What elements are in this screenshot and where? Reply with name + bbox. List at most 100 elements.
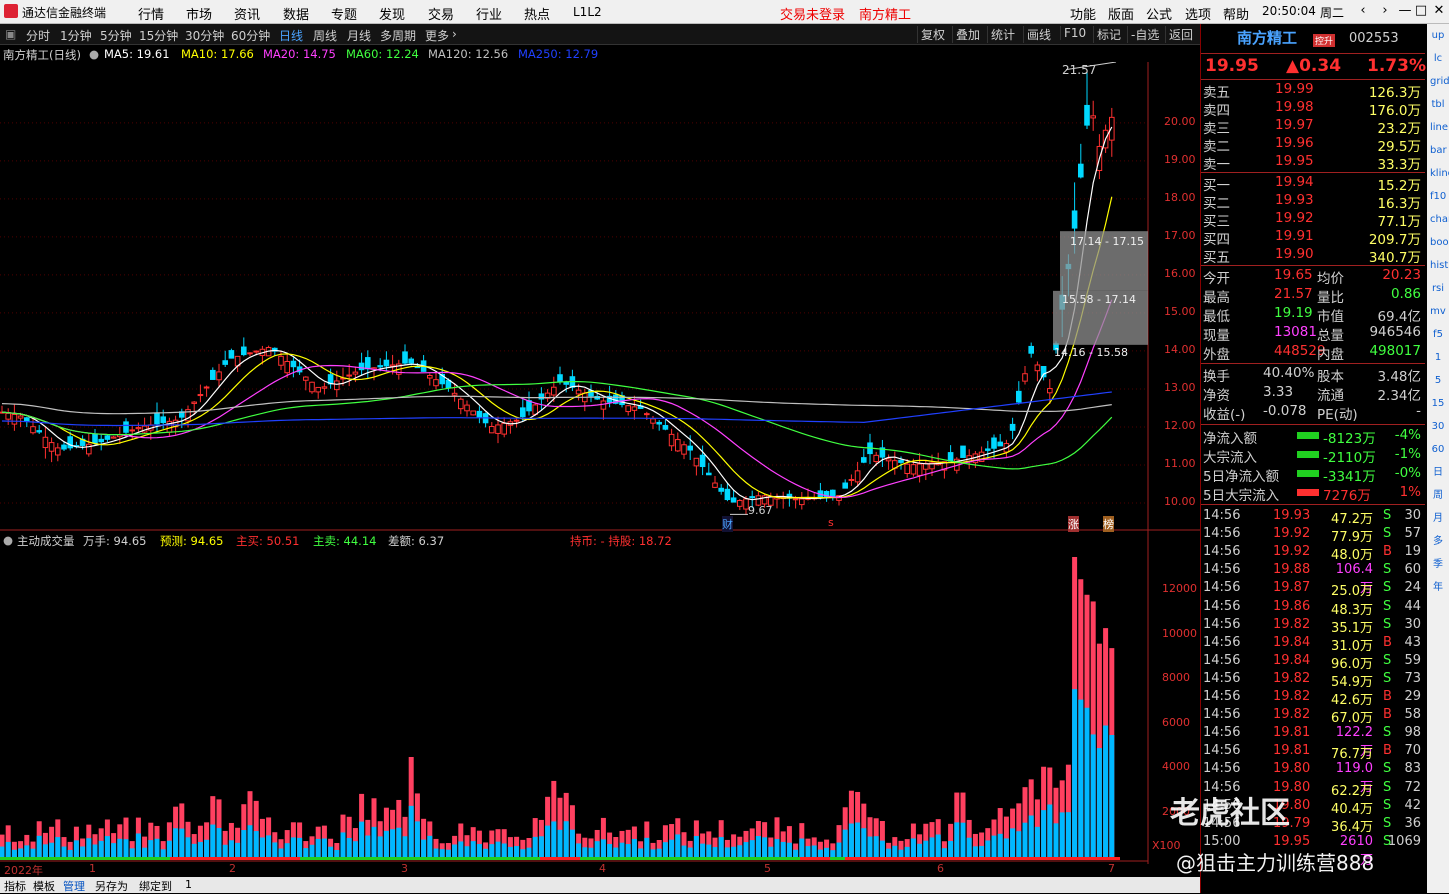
side-line-icon[interactable]: line bbox=[1430, 120, 1448, 136]
side-年-icon[interactable]: 年 bbox=[1430, 580, 1446, 596]
period-30min[interactable]: 30分钟 bbox=[185, 27, 224, 44]
side-chart-icon[interactable]: chart bbox=[1430, 212, 1449, 228]
tick-row[interactable]: 14:56 19.86 48.3万 S 44 bbox=[1201, 599, 1425, 618]
side-grid-icon[interactable]: grid bbox=[1430, 74, 1449, 90]
tab-lingcunwei[interactable]: 另存为 bbox=[95, 878, 128, 894]
back-icon[interactable]: ‹ bbox=[1354, 3, 1372, 18]
bid-row[interactable]: 买二 19.93 16.3万 bbox=[1201, 192, 1425, 212]
side-hist-icon[interactable]: hist bbox=[1430, 258, 1448, 274]
side-1-icon[interactable]: 1 bbox=[1430, 350, 1446, 366]
bid-row[interactable]: 买四 19.91 209.7万 bbox=[1201, 228, 1425, 248]
period-monthly[interactable]: 月线 bbox=[347, 27, 371, 44]
side-30-icon[interactable]: 30 bbox=[1430, 419, 1446, 435]
side-tbl-icon[interactable]: tbl bbox=[1430, 97, 1446, 113]
tick-row[interactable]: 14:56 19.92 77.9万 S 57 bbox=[1201, 526, 1425, 545]
toolbar-f10[interactable]: F10 bbox=[1060, 26, 1089, 40]
period-daily[interactable]: 日线 bbox=[279, 27, 303, 44]
tab-1[interactable]: 1 bbox=[185, 878, 192, 891]
tick-row[interactable]: 14:56 19.84 96.0万 S 59 bbox=[1201, 653, 1425, 672]
side-rsi-icon[interactable]: rsi bbox=[1430, 281, 1446, 297]
side-kline-icon[interactable]: kline bbox=[1430, 166, 1449, 182]
tick-row[interactable]: 14:56 19.93 47.2万 S 30 bbox=[1201, 508, 1425, 527]
event-tag-cai[interactable]: 财 bbox=[722, 516, 733, 532]
ask-row[interactable]: 卖二 19.96 29.5万 bbox=[1201, 135, 1425, 155]
toolbar-fanhui[interactable]: 返回 bbox=[1165, 26, 1196, 43]
period-1min[interactable]: 1分钟 bbox=[60, 27, 92, 44]
side-5-icon[interactable]: 5 bbox=[1430, 373, 1446, 389]
event-tag-s[interactable]: s bbox=[828, 516, 834, 529]
side-季-icon[interactable]: 季 bbox=[1430, 557, 1446, 573]
ask-row[interactable]: 卖一 19.95 33.3万 bbox=[1201, 153, 1425, 173]
menu-item-bangzhu[interactable]: 帮助 bbox=[1223, 4, 1249, 23]
tab-bangdingdao[interactable]: 绑定到 bbox=[139, 878, 172, 894]
toolbar-diejia[interactable]: 叠加 bbox=[952, 26, 983, 43]
volume-settings-icon[interactable]: ● bbox=[3, 533, 13, 547]
toolbar-fuquan[interactable]: 复权 bbox=[917, 26, 948, 43]
side-mv-icon[interactable]: mv bbox=[1430, 304, 1446, 320]
bid-row[interactable]: 买五 19.90 340.7万 bbox=[1201, 246, 1425, 266]
side-bar-icon[interactable]: bar bbox=[1430, 143, 1447, 159]
ask-row[interactable]: 卖四 19.98 176.0万 bbox=[1201, 99, 1425, 119]
menu-item-xuanxiang[interactable]: 选项 bbox=[1185, 4, 1211, 23]
panel-toggle-icon[interactable]: ▣ bbox=[5, 27, 16, 41]
tick-row[interactable]: 14:56 19.80 119.0万 S 83 bbox=[1201, 761, 1425, 795]
event-tag-bang[interactable]: 榜 bbox=[1103, 516, 1114, 532]
tick-row[interactable]: 14:56 19.82 67.0万 B 58 bbox=[1201, 707, 1425, 726]
forward-icon[interactable]: › bbox=[1376, 3, 1394, 18]
toolbar-biaoji[interactable]: 标记 bbox=[1093, 26, 1124, 43]
tick-row[interactable]: 14:56 19.92 48.0万 B 19 bbox=[1201, 544, 1425, 563]
side-15-icon[interactable]: 15 bbox=[1430, 396, 1446, 412]
menu-item-banmian[interactable]: 版面 bbox=[1108, 4, 1134, 23]
bid-row[interactable]: 买一 19.94 15.2万 bbox=[1201, 174, 1425, 194]
menu-item-hangqing[interactable]: 行情 bbox=[138, 4, 164, 23]
menu-item-gongshi[interactable]: 公式 bbox=[1146, 4, 1172, 23]
indicator-settings-icon[interactable]: ● bbox=[89, 47, 99, 61]
login-status[interactable]: 交易未登录 bbox=[780, 4, 845, 23]
event-tag-zhang[interactable]: 涨 bbox=[1068, 516, 1079, 532]
toolbar-tongji[interactable]: 统计 bbox=[987, 26, 1018, 43]
period-15min[interactable]: 15分钟 bbox=[139, 27, 178, 44]
period-multi[interactable]: 多周期 bbox=[380, 27, 416, 44]
tick-row[interactable]: 14:56 19.81 76.7万 B 70 bbox=[1201, 743, 1425, 762]
side-f10-icon[interactable]: f10 bbox=[1430, 189, 1446, 205]
tick-row[interactable]: 14:56 19.82 42.6万 B 29 bbox=[1201, 689, 1425, 708]
menu-item-jiaoyi[interactable]: 交易 bbox=[428, 4, 454, 23]
bid-row[interactable]: 买三 19.92 77.1万 bbox=[1201, 210, 1425, 230]
menu-item-zixun[interactable]: 资讯 bbox=[234, 4, 260, 23]
menu-item-l1l2[interactable]: L1L2 bbox=[573, 5, 602, 19]
menu-item-shichang[interactable]: 市场 bbox=[186, 4, 212, 23]
period-more[interactable]: 更多 bbox=[425, 27, 449, 44]
tick-row[interactable]: 14:56 19.88 106.4万 S 60 bbox=[1201, 562, 1425, 596]
kline-chart[interactable] bbox=[0, 62, 1200, 864]
toolbar-zixuan[interactable]: -自选 bbox=[1127, 26, 1162, 43]
side-周-icon[interactable]: 周 bbox=[1430, 488, 1446, 504]
toolbar-huaxian[interactable]: 画线 bbox=[1023, 26, 1054, 43]
menu-item-shuju[interactable]: 数据 bbox=[283, 4, 309, 23]
close-icon[interactable]: ✕ bbox=[1430, 3, 1448, 18]
tab-zhibiao[interactable]: 指标 bbox=[4, 878, 26, 894]
ask-row[interactable]: 卖三 19.97 23.2万 bbox=[1201, 117, 1425, 137]
tick-row[interactable]: 14:56 19.82 54.9万 S 73 bbox=[1201, 671, 1425, 690]
tick-row[interactable]: 14:56 19.87 25.0万 S 24 bbox=[1201, 580, 1425, 599]
side-up-icon[interactable]: up bbox=[1430, 28, 1446, 44]
side-lc-icon[interactable]: lc bbox=[1430, 51, 1446, 67]
menu-item-redian[interactable]: 热点 bbox=[524, 4, 550, 23]
side-日-icon[interactable]: 日 bbox=[1430, 465, 1446, 481]
period-60min[interactable]: 60分钟 bbox=[231, 27, 270, 44]
period-weekly[interactable]: 周线 bbox=[313, 27, 337, 44]
menu-item-zhuanti[interactable]: 专题 bbox=[331, 4, 357, 23]
side-book-icon[interactable]: book bbox=[1430, 235, 1449, 251]
period-fenshi[interactable]: 分时 bbox=[26, 27, 50, 44]
period-5min[interactable]: 5分钟 bbox=[100, 27, 132, 44]
tick-row[interactable]: 14:56 19.81 122.2万 S 98 bbox=[1201, 725, 1425, 759]
side-60-icon[interactable]: 60 bbox=[1430, 442, 1446, 458]
more-chevron-icon[interactable]: › bbox=[452, 27, 457, 41]
side-多-icon[interactable]: 多 bbox=[1430, 534, 1446, 550]
ask-row[interactable]: 卖五 19.99 126.3万 bbox=[1201, 81, 1425, 101]
tab-moban[interactable]: 模板 bbox=[33, 878, 55, 894]
side-f5-icon[interactable]: f5 bbox=[1430, 327, 1446, 343]
menu-item-gongneng[interactable]: 功能 bbox=[1070, 4, 1096, 23]
tick-row[interactable]: 14:56 19.84 31.0万 B 43 bbox=[1201, 635, 1425, 654]
menu-item-faxian[interactable]: 发现 bbox=[379, 4, 405, 23]
maximize-icon[interactable]: □ bbox=[1412, 3, 1430, 18]
